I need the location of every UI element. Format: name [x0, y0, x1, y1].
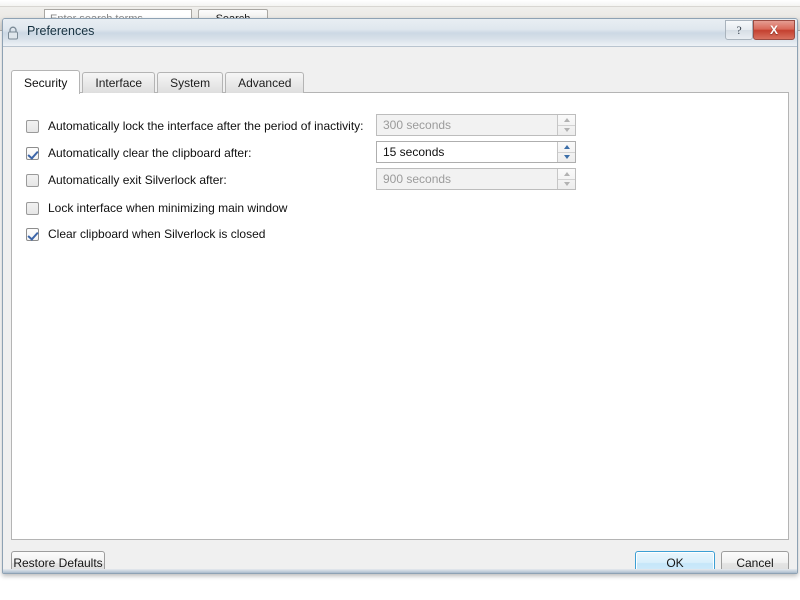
- checkbox-auto-clear-clipboard-label: Automatically clear the clipboard after:: [48, 146, 252, 160]
- help-button[interactable]: ?: [725, 20, 753, 40]
- security-tab-panel: Automatically lock the interface after t…: [11, 92, 789, 540]
- close-button[interactable]: X: [753, 20, 795, 40]
- spinner-clear-clipboard-buttons[interactable]: [557, 142, 575, 162]
- dialog-title: Preferences: [27, 24, 95, 38]
- tab-interface-label: Interface: [95, 76, 143, 90]
- checkbox-auto-exit-silverlock[interactable]: [26, 173, 39, 187]
- padlock-icon: [5, 25, 21, 41]
- spinner-auto-exit-seconds-value: 900 seconds: [383, 172, 452, 186]
- tab-interface[interactable]: Interface: [82, 72, 156, 93]
- preferences-dialog: Preferences ? X Security Interface Syste…: [2, 18, 798, 574]
- option-row[interactable]: Clear clipboard when Silverlock is close…: [26, 223, 265, 245]
- close-x-icon: X: [769, 23, 778, 37]
- spinner-down-icon[interactable]: [558, 126, 575, 136]
- tab-advanced[interactable]: Advanced: [225, 72, 305, 93]
- spinner-auto-exit-buttons[interactable]: [557, 169, 575, 189]
- spinner-auto-exit-seconds[interactable]: 900 seconds: [376, 168, 576, 190]
- tab-security[interactable]: Security: [11, 70, 81, 94]
- spinner-clear-clipboard-seconds[interactable]: 15 seconds: [376, 141, 576, 163]
- checkbox-auto-exit-silverlock-label: Automatically exit Silverlock after:: [48, 173, 227, 187]
- spinner-auto-lock-seconds-value: 300 seconds: [383, 118, 452, 132]
- checkbox-auto-lock-interface-label: Automatically lock the interface after t…: [48, 119, 364, 133]
- tab-security-label: Security: [24, 75, 68, 90]
- help-question-icon: ?: [736, 23, 742, 37]
- spinner-auto-lock-seconds[interactable]: 300 seconds: [376, 114, 576, 136]
- tab-system-label: System: [170, 76, 211, 90]
- spinner-clear-clipboard-seconds-value[interactable]: 15 seconds: [377, 142, 557, 162]
- spinner-down-icon[interactable]: [558, 153, 575, 163]
- spinner-down-icon[interactable]: [558, 180, 575, 190]
- option-row[interactable]: Automatically clear the clipboard after:: [26, 142, 251, 164]
- tab-system[interactable]: System: [157, 72, 224, 93]
- checkbox-clear-clipboard-on-close-label: Clear clipboard when Silverlock is close…: [48, 227, 266, 241]
- checkbox-lock-on-minimize-label: Lock interface when minimizing main wind…: [48, 201, 288, 215]
- checkbox-clear-clipboard-on-close[interactable]: [26, 227, 39, 241]
- spinner-up-icon[interactable]: [558, 115, 575, 126]
- checkbox-lock-on-minimize[interactable]: [26, 201, 39, 215]
- option-row[interactable]: Automatically lock the interface after t…: [26, 115, 364, 137]
- spinner-auto-lock-buttons[interactable]: [557, 115, 575, 135]
- spinner-up-icon[interactable]: [558, 169, 575, 180]
- dialog-titlebar[interactable]: Preferences ? X: [3, 19, 797, 47]
- option-row[interactable]: Lock interface when minimizing main wind…: [26, 197, 287, 219]
- tab-strip: Security Interface System Advanced: [11, 69, 306, 94]
- checkbox-auto-clear-clipboard[interactable]: [26, 146, 39, 160]
- option-row[interactable]: Automatically exit Silverlock after:: [26, 169, 227, 191]
- checkbox-auto-lock-interface[interactable]: [26, 119, 39, 133]
- screen: Enter search terms Search Preferences ? …: [0, 0, 800, 600]
- background-window-top-edge: [0, 0, 800, 7]
- spinner-up-icon[interactable]: [558, 142, 575, 153]
- tab-advanced-label: Advanced: [238, 76, 292, 90]
- dialog-bottom-edge: [3, 569, 797, 573]
